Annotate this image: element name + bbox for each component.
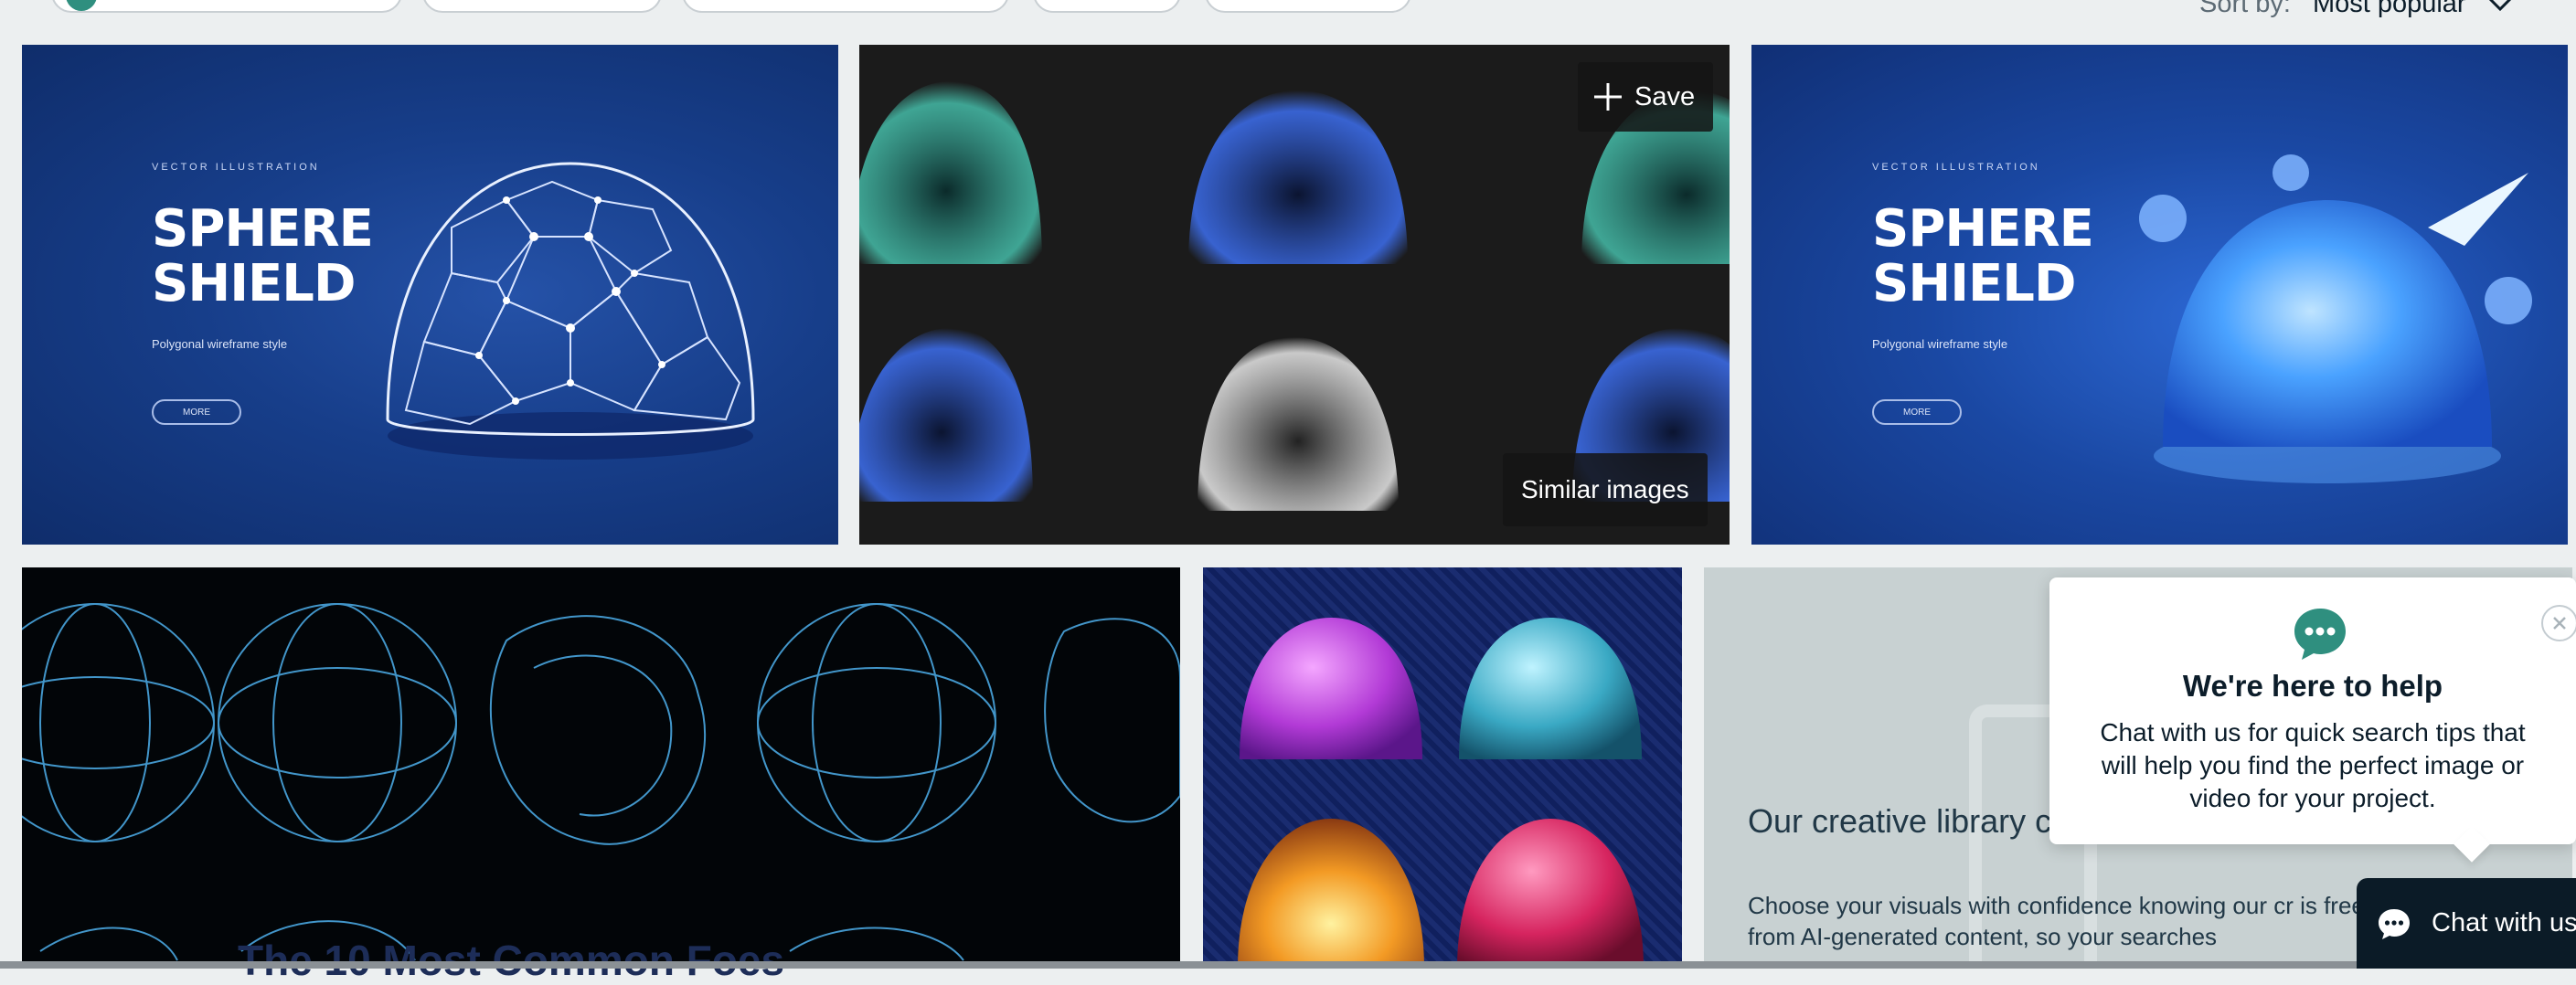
illustration-title-line1: SPHERE [152,199,374,259]
image-tile-wireframe-spheres[interactable] [22,567,1180,969]
similar-images-button[interactable]: Similar images [1503,453,1708,526]
bottom-scroll-edge [0,961,2576,969]
sort-control[interactable]: Sort by: Most popular [2199,0,2512,19]
illustration-title-line2: SHIELD [152,254,356,313]
help-chat-popup: We're here to help Chat with us for quic… [2049,577,2576,863]
illustration-eyebrow: VECTOR ILLUSTRATION [1872,162,2040,173]
illustration-more-pill: MORE [1872,399,1962,425]
image-tile-colored-domes[interactable] [1203,567,1682,969]
chat-with-us-button[interactable]: Chat with us [2357,878,2576,969]
sort-label: Sort by: [2199,0,2291,18]
sort-value[interactable]: Most popular [2313,0,2466,19]
illustration-title: SPHERE SHIELD [1872,199,2094,313]
wireframe-dome-graphic [386,162,755,460]
illustration-title: SPHERE SHIELD [152,199,374,313]
partially-hidden-heading: The 10 Most Common Foes [238,937,785,984]
help-popup-title: We're here to help [2182,669,2443,703]
similar-images-label: Similar images [1521,475,1689,503]
illustration-eyebrow: VECTOR ILLUSTRATION [152,162,320,173]
help-popup-body: Chat with us for quick search tips that … [2100,718,2526,812]
chat-button-label: Chat with us [2432,908,2576,937]
image-tile-sphere-shield-virus[interactable]: VECTOR ILLUSTRATION SPHERE SHIELD Polygo… [1751,45,2568,545]
filter-pill-5[interactable] [1205,0,1411,13]
colored-domes-graphic [1238,618,1644,969]
illustration-subtitle: Polygonal wireframe style [1872,337,2008,351]
library-card-body: Choose your visuals with confidence know… [1748,892,2365,950]
save-button-label: Save [1634,81,1696,111]
close-icon [2553,617,2566,630]
filter-avatar-icon [66,0,97,11]
close-popup-button[interactable] [2541,605,2576,641]
save-button[interactable]: Save [1578,62,1714,132]
plus-icon [1594,83,1622,111]
illustration-title-line1: SPHERE [1872,199,2094,259]
illustration-subtitle: Polygonal wireframe style [152,337,288,351]
chat-bubble-icon [2379,908,2410,939]
filter-pill-4[interactable] [1033,0,1181,13]
filter-pill-1[interactable] [51,0,402,13]
illustration-more-pill: MORE [152,399,241,425]
filter-pill-3[interactable] [682,0,1009,13]
filter-pill-2[interactable] [422,0,662,13]
chevron-down-icon [2488,0,2511,11]
glowing-sphere-graphic [2139,154,2532,483]
chat-bubble-icon [2294,609,2346,660]
illustration-title-line2: SHIELD [1872,254,2076,313]
wireframe-spheres-graphic [22,603,1180,961]
image-tile-sphere-shield[interactable]: VECTOR ILLUSTRATION SPHERE SHIELD Polygo… [22,45,838,545]
